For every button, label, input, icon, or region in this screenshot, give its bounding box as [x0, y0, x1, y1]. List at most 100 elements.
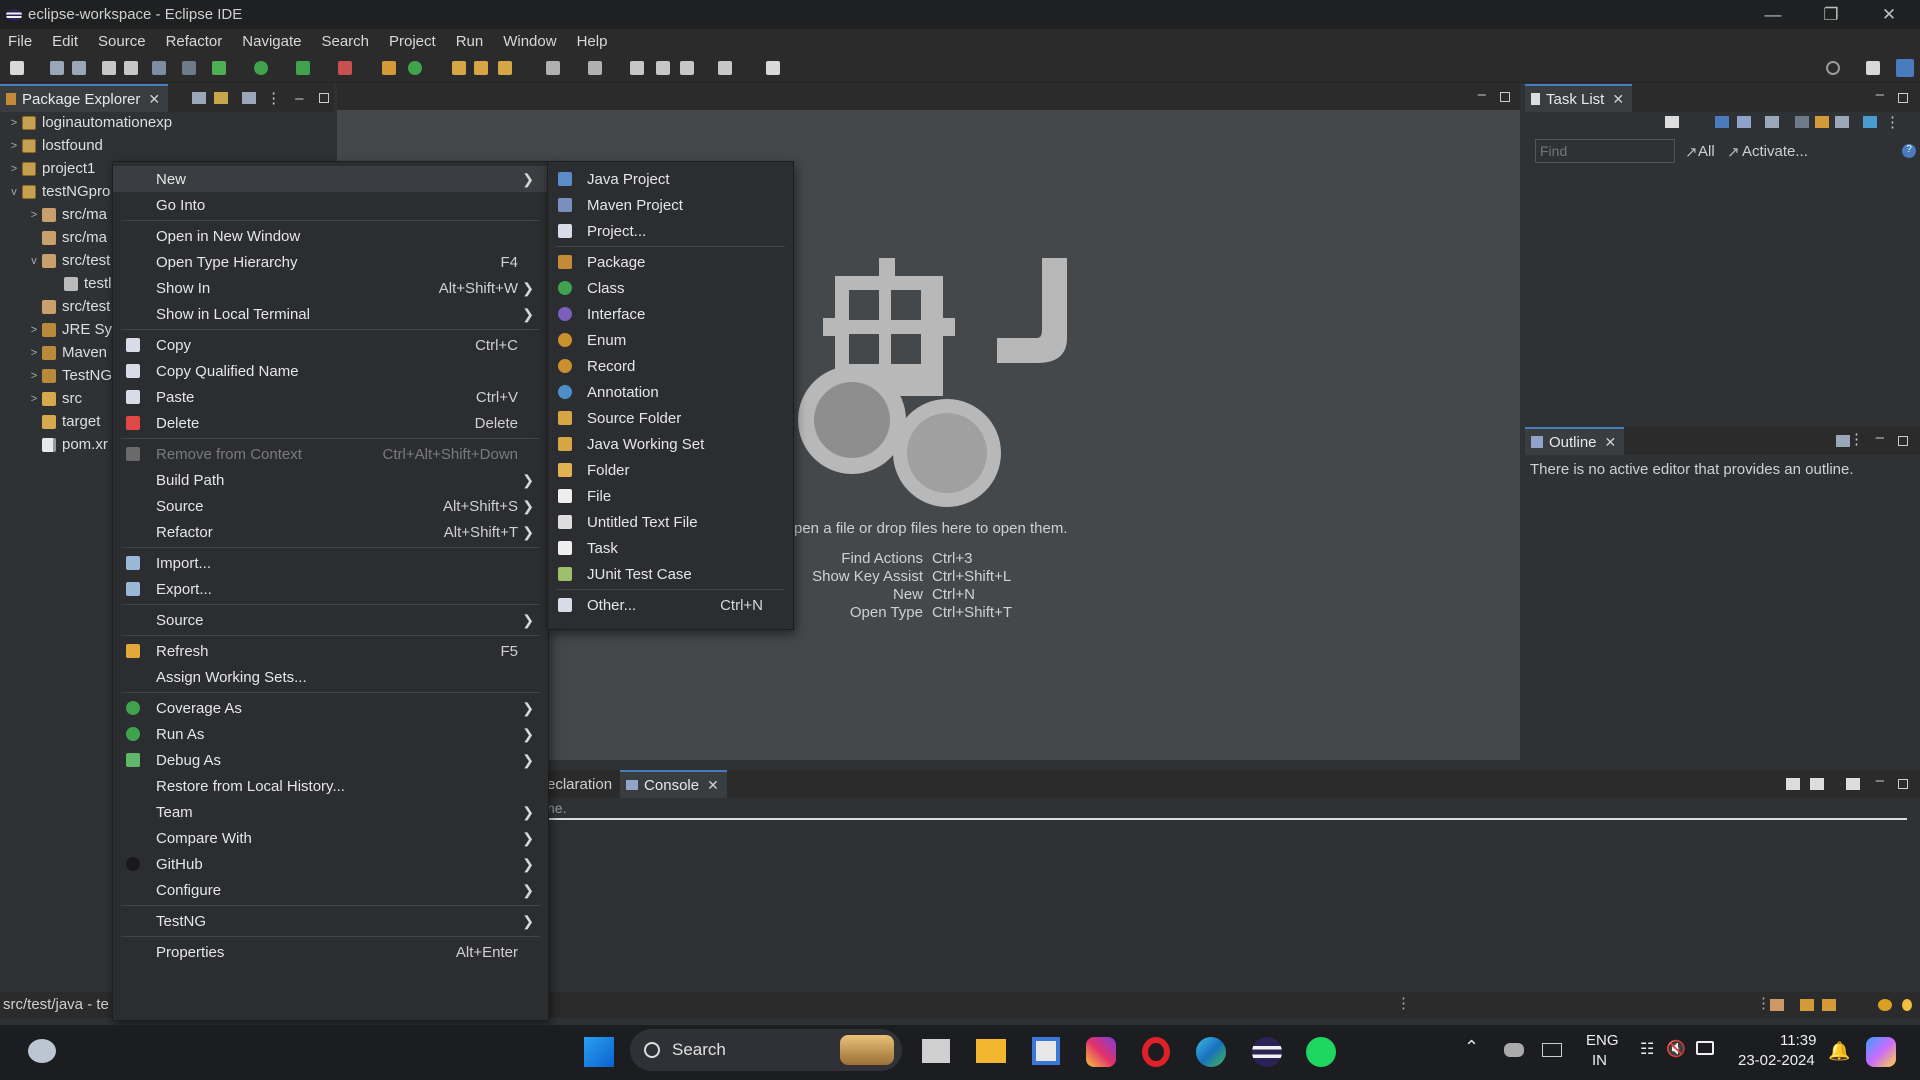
menu-edit[interactable]: Edit [44, 33, 90, 50]
context-menu-item[interactable]: Source Alt+Shift+S ❯ [113, 493, 548, 519]
context-menu-item[interactable]: Source ❯ [113, 607, 548, 633]
show-hidden-icons-icon[interactable]: ⌃ [1464, 1037, 1479, 1058]
activate-link[interactable]: Activate... [1742, 143, 1808, 160]
context-menu-item[interactable]: Refactor Alt+Shift+T ❯ [113, 519, 548, 545]
sync-icon[interactable] [1863, 116, 1877, 128]
close-tab-icon[interactable]: ✕ [707, 777, 719, 794]
volume-muted-icon[interactable]: 🔇 [1666, 1039, 1686, 1059]
expander-icon[interactable]: > [28, 347, 40, 359]
clock-date[interactable]: 23-02-2024 [1738, 1052, 1815, 1069]
context-menu-item[interactable]: Run As ❯ [113, 721, 548, 747]
view-menu-icon[interactable]: ⋮ [266, 89, 281, 107]
edge-icon[interactable] [1196, 1037, 1226, 1067]
eclipse-taskbar-icon[interactable] [1252, 1037, 1282, 1067]
context-menu-item[interactable]: Restore from Local History... [113, 773, 548, 799]
filter-icon[interactable] [242, 92, 257, 104]
menu-project[interactable]: Project [381, 33, 448, 50]
tree-item[interactable]: > loginautomationexp [8, 111, 172, 134]
outline-filter-icon[interactable] [1836, 435, 1850, 447]
new-submenu-item[interactable]: Enum [548, 327, 793, 353]
minimize-view-icon[interactable]: – [1876, 429, 1884, 446]
menu-source[interactable]: Source [90, 33, 158, 50]
context-menu-item[interactable]: Go Into [113, 192, 548, 218]
sort-icon[interactable] [1815, 116, 1829, 128]
coverage-toolbar-icon[interactable] [296, 61, 310, 75]
all-link[interactable]: All [1698, 143, 1715, 160]
maximize-editor-icon[interactable] [1500, 92, 1510, 102]
context-menu-item[interactable]: Coverage As ❯ [113, 695, 548, 721]
context-menu-item[interactable]: Show in Local Terminal ❯ [113, 301, 548, 327]
ms-store-icon[interactable] [1032, 1037, 1060, 1065]
categorized-icon[interactable] [1715, 116, 1729, 128]
context-menu-item[interactable]: Compare With ❯ [113, 825, 548, 851]
new-java-project-icon[interactable] [382, 61, 396, 75]
forward-icon[interactable] [718, 61, 732, 75]
close-tab-icon[interactable]: ✕ [1605, 434, 1617, 451]
menu-refactor[interactable]: Refactor [158, 33, 235, 50]
new-submenu-item[interactable]: Class [548, 275, 793, 301]
maximize-view-icon[interactable] [1898, 779, 1908, 789]
new-submenu-item[interactable]: Untitled Text File [548, 509, 793, 535]
search-icon[interactable] [1826, 61, 1840, 75]
new-submenu-item[interactable]: Java Project [548, 166, 793, 192]
windows-start-icon[interactable] [584, 1037, 614, 1067]
lightbulb-icon[interactable] [1902, 999, 1912, 1011]
language-bottom[interactable]: IN [1592, 1052, 1607, 1069]
tree-item[interactable]: v src/test [28, 249, 110, 272]
context-menu-item[interactable]: Debug As ❯ [113, 747, 548, 773]
open-perspective-icon[interactable] [1866, 61, 1880, 75]
save-icon[interactable] [50, 61, 64, 75]
expander-icon[interactable]: > [8, 163, 20, 175]
new-submenu-item[interactable]: Interface [548, 301, 793, 327]
close-tab-icon[interactable]: ✕ [148, 91, 160, 108]
tree-item[interactable]: > JRE Sys [28, 318, 120, 341]
context-menu-item[interactable]: Open Type Hierarchy F4 [113, 249, 548, 275]
copilot-icon[interactable] [1866, 1037, 1896, 1067]
menu-window[interactable]: Window [495, 33, 568, 50]
file-explorer-icon[interactable] [976, 1039, 1006, 1063]
new-icon[interactable] [10, 61, 24, 75]
progress-icon[interactable] [1770, 999, 1784, 1011]
help-icon[interactable]: ? [1902, 144, 1916, 158]
tree-item[interactable]: testl [50, 272, 112, 295]
new-class-icon[interactable] [408, 61, 422, 75]
tree-item[interactable]: pom.xr [28, 433, 108, 456]
menu-help[interactable]: Help [569, 33, 620, 50]
context-menu-item[interactable]: GitHub ❯ [113, 851, 548, 877]
opera-icon[interactable] [1142, 1037, 1170, 1067]
notification-bell-icon[interactable]: 🔔 [1828, 1041, 1850, 1062]
open-console-icon[interactable] [1846, 778, 1860, 790]
new-submenu-item[interactable]: Maven Project [548, 192, 793, 218]
context-menu-item[interactable]: Properties Alt+Enter [113, 939, 548, 965]
expander-icon[interactable]: > [28, 209, 40, 221]
instagram-icon[interactable] [1086, 1037, 1116, 1067]
tree-item[interactable]: > project1 [8, 157, 96, 180]
expander-icon[interactable]: v [28, 255, 40, 267]
close-button[interactable]: ✕ [1860, 0, 1918, 29]
search-toolbar-icon[interactable] [498, 61, 512, 75]
link-editor-icon[interactable] [214, 92, 229, 104]
task-view-icon[interactable] [922, 1039, 950, 1063]
minimize-view-icon[interactable]: – [1876, 772, 1884, 789]
redo-icon[interactable] [124, 61, 138, 75]
context-menu-item[interactable]: Copy Ctrl+C [113, 332, 548, 358]
new-submenu-item[interactable]: JUnit Test Case [548, 561, 793, 587]
new-task-icon[interactable] [1665, 116, 1679, 128]
context-menu-item[interactable]: Team ❯ [113, 799, 548, 825]
expander-icon[interactable]: > [8, 140, 20, 152]
task-find-input[interactable] [1535, 139, 1675, 163]
minimize-view-icon[interactable]: – [295, 90, 303, 107]
tree-item[interactable]: > Maven [28, 341, 107, 364]
skip-breakpoints-icon[interactable] [182, 61, 196, 75]
onedrive-icon[interactable] [1504, 1043, 1524, 1057]
prev-annotation-icon[interactable] [630, 61, 644, 75]
context-menu-item[interactable]: Copy Qualified Name [113, 358, 548, 384]
tree-item[interactable]: > lostfound [8, 134, 103, 157]
context-menu-item[interactable]: Build Path ❯ [113, 467, 548, 493]
context-menu-item[interactable]: Delete Delete [113, 410, 548, 436]
tip-icon[interactable] [1822, 999, 1836, 1011]
context-menu-item[interactable]: Configure ❯ [113, 877, 548, 903]
last-edit-icon[interactable] [588, 61, 602, 75]
new-submenu-item[interactable]: Folder [548, 457, 793, 483]
new-submenu-item[interactable]: Source Folder [548, 405, 793, 431]
